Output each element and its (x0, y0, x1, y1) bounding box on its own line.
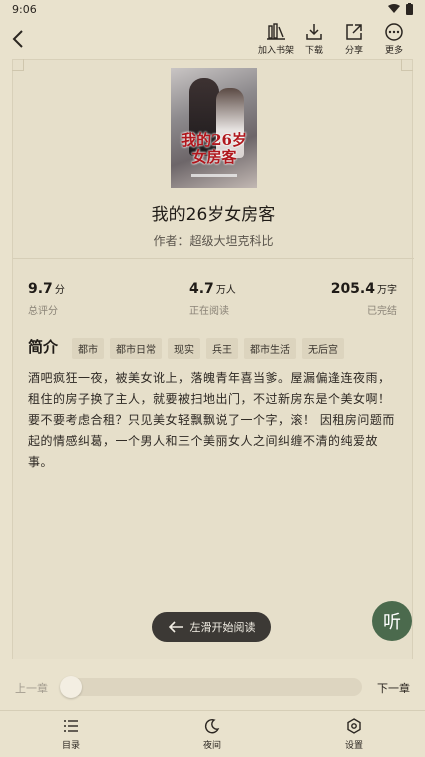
book-title: 我的26岁女房客 (151, 205, 276, 225)
slider-thumb[interactable] (60, 676, 82, 698)
stat-caption: 已完结 (367, 306, 397, 317)
stat-caption: 总评分 (28, 306, 58, 317)
back-arrow-icon[interactable] (8, 28, 30, 50)
book-detail-card: 我的26岁女房客 我的26岁女房客 作者：超级大坦克科比 9.7 分 总评分 4.… (12, 59, 414, 659)
tag-list: 都市 都市日常 现实 兵王 都市生活 无后宫 (72, 338, 344, 359)
nav-catalog[interactable]: 目录 (41, 718, 101, 751)
start-reading-hint[interactable]: 左滑开始阅读 (152, 612, 271, 642)
nav-settings[interactable]: 设置 (324, 718, 384, 751)
share-icon (346, 24, 362, 40)
tag[interactable]: 无后宫 (302, 338, 344, 359)
more-button[interactable]: 更多 (374, 22, 414, 58)
stat-value: 4.7 (189, 281, 214, 297)
tag[interactable]: 都市 (72, 338, 104, 359)
battery-icon (406, 3, 413, 15)
book-cover[interactable]: 我的26岁女房客 (171, 68, 257, 188)
settings-hexagon-icon (347, 718, 361, 734)
start-reading-label: 左滑开始阅读 (189, 621, 256, 634)
book-description: 酒吧疯狂一夜，被美女讹上，落魄青年喜当爹。屋漏偏逢连夜雨，租住的房子换了主人，就… (28, 371, 395, 469)
arrow-left-icon (168, 621, 183, 633)
tag[interactable]: 现实 (168, 338, 200, 359)
status-icons (388, 3, 413, 15)
chapter-progress-slider[interactable] (60, 676, 362, 698)
add-to-shelf-label: 加入书架 (257, 46, 294, 56)
moon-icon (204, 719, 220, 734)
top-toolbar: 加入书架 下载 分享 更多 (0, 20, 425, 60)
stat-unit: 分 (54, 285, 65, 296)
tag[interactable]: 都市生活 (244, 338, 296, 359)
stat-value: 205.4 (330, 281, 375, 297)
list-icon (64, 720, 78, 732)
stat-value: 9.7 (28, 281, 53, 297)
cover-title-text: 我的26岁女房客 (181, 131, 247, 166)
add-to-shelf-button[interactable]: 加入书架 (256, 22, 296, 58)
share-button[interactable]: 分享 (334, 22, 374, 58)
divider (13, 258, 414, 259)
tag[interactable]: 兵王 (206, 338, 238, 359)
wifi-icon (388, 4, 400, 13)
download-button[interactable]: 下载 (294, 22, 334, 58)
status-time: 9:06 (12, 3, 37, 16)
cover-subtitle-line (191, 174, 237, 177)
corner-decoration (401, 59, 413, 71)
nav-settings-label: 设置 (344, 741, 363, 751)
nav-night-mode[interactable]: 夜间 (182, 718, 242, 751)
download-label: 下载 (304, 46, 323, 56)
prev-chapter-button[interactable]: 上一章 (15, 680, 48, 696)
more-label: 更多 (384, 46, 403, 56)
listen-button[interactable]: 听 (372, 601, 412, 641)
bookshelf-icon (267, 23, 285, 40)
nav-catalog-label: 目录 (61, 741, 80, 751)
chapter-bar: 上一章 下一章 (0, 668, 425, 706)
book-author[interactable]: 作者：超级大坦克科比 (13, 232, 414, 249)
bottom-nav: 目录 夜间 设置 (0, 710, 425, 757)
stat-unit: 万人 (215, 285, 236, 296)
next-chapter-button[interactable]: 下一章 (377, 680, 410, 696)
stat-caption: 正在阅读 (189, 306, 229, 317)
corner-decoration (12, 59, 24, 71)
status-bar: 9:06 (0, 0, 425, 20)
stat-readers: 4.7 万人 正在阅读 (189, 278, 236, 317)
stat-word-count: 205.4 万字 已完结 (331, 278, 397, 317)
more-dots-icon (385, 23, 403, 41)
stat-unit: 万字 (377, 285, 397, 296)
download-icon (306, 24, 322, 40)
stat-rating: 9.7 分 总评分 (28, 278, 65, 317)
tag[interactable]: 都市日常 (110, 338, 162, 359)
nav-night-label: 夜间 (202, 741, 221, 751)
share-label: 分享 (344, 46, 363, 56)
intro-heading: 简介 (28, 338, 59, 356)
